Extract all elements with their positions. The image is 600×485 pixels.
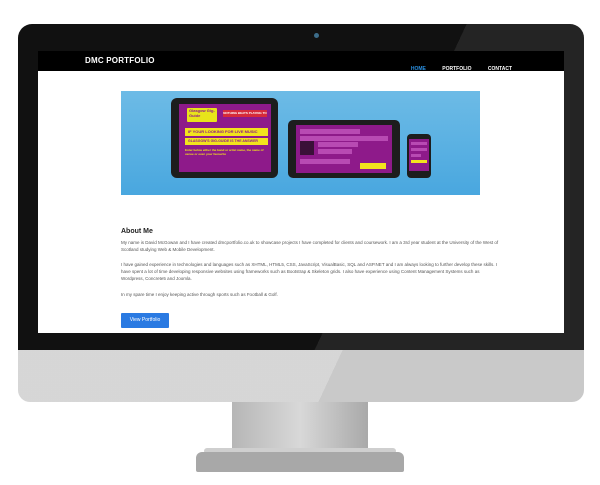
site-brand[interactable]: DMC PORTFOLIO [85, 56, 155, 65]
phone-screen [409, 139, 429, 171]
nav-link-portfolio[interactable]: PORTFOLIO [442, 66, 471, 72]
nav-link-contact[interactable]: CONTACT [488, 66, 512, 72]
app-tagline-1: IF YOUR LOOKING FOR LIVE MUSIC [185, 128, 268, 136]
app-thumbnail [300, 141, 314, 155]
tablet-large-device: Glasgow Gig-Guide NOTHING BEATS PLAYING … [171, 98, 278, 178]
app-listing-line [318, 149, 352, 154]
hero-banner: Glasgow Gig-Guide NOTHING BEATS PLAYING … [121, 91, 480, 195]
app-button [360, 163, 386, 169]
app-header-bar [300, 129, 360, 134]
nav-links: HOME PORTFOLIO CONTACT [399, 57, 512, 75]
site-navbar: DMC PORTFOLIO HOME PORTFOLIO CONTACT [38, 51, 564, 72]
view-portfolio-button[interactable]: View Portfolio [121, 313, 169, 328]
monitor-stand-base [196, 452, 404, 472]
webcam-icon [314, 33, 319, 38]
monitor-screen: DMC PORTFOLIO HOME PORTFOLIO CONTACT Gla… [38, 51, 564, 333]
phone-line [411, 160, 427, 163]
phone-line [411, 142, 427, 145]
app-badge: NOTHING BEATS PLAYING TO [223, 110, 267, 117]
app-tagline-2: GLASGOW'S GIG-GUIDE IS THE ANSWER [185, 138, 268, 145]
phone-device [407, 134, 431, 178]
phone-line [411, 154, 421, 157]
tablet-small-screen [296, 125, 392, 173]
app-logo: Glasgow Gig-Guide [187, 108, 217, 122]
app-note: Enter below either the band or artist na… [185, 148, 264, 156]
about-heading: About Me [121, 228, 153, 235]
tablet-small-device [288, 120, 400, 178]
nav-link-home[interactable]: HOME [411, 66, 426, 72]
app-listing-line [300, 159, 350, 164]
tablet-large-screen: Glasgow Gig-Guide NOTHING BEATS PLAYING … [179, 104, 271, 172]
about-paragraph-2: I have gained experience in technologies… [121, 262, 498, 281]
phone-line [411, 148, 427, 151]
about-paragraph-1: My name is David McGowan and I have crea… [121, 240, 499, 252]
app-listing-line [318, 142, 358, 147]
monitor-chin [18, 350, 584, 402]
about-paragraph-3: In my spare time I enjoy keeping active … [121, 292, 278, 297]
